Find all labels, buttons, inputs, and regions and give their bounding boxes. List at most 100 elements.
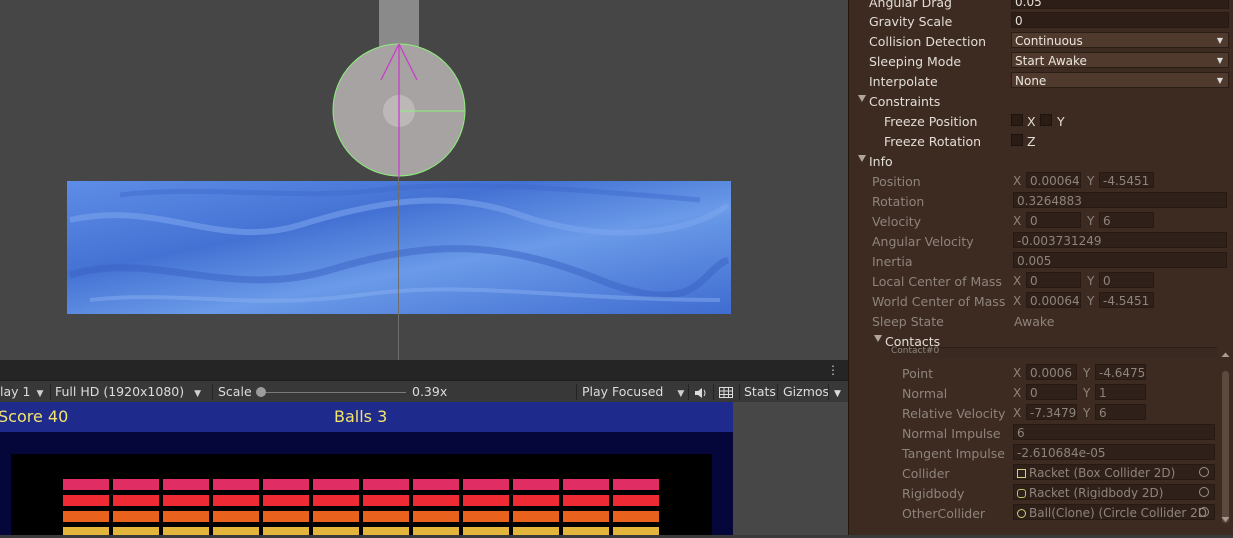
collision-detection-value: Continuous [1015, 34, 1083, 48]
brick [63, 479, 109, 490]
scene-canvas[interactable] [0, 0, 848, 360]
racket-body [379, 0, 419, 48]
freeze-position-x-checkbox[interactable] [1011, 114, 1023, 126]
brick [213, 511, 259, 522]
brick [563, 527, 609, 535]
angular-drag-field[interactable]: 0.05 [1011, 0, 1229, 9]
freeze-position-row: Freeze Position X Y [849, 111, 1233, 131]
brick [613, 511, 659, 522]
brick [413, 495, 459, 506]
normal-label: Normal [902, 386, 948, 401]
normal-impulse-field: 6 [1013, 424, 1215, 440]
brick [363, 511, 409, 522]
sleep-state-row: Sleep State Awake [849, 311, 1233, 331]
game-toolbar: lay 1 ▼ Full HD (1920x1080) ▼ Scale 0.39x … [0, 380, 848, 403]
axis-x-label: X [1013, 174, 1022, 188]
foldout-arrow-icon[interactable] [858, 95, 866, 102]
circle-collider-icon [1017, 509, 1026, 518]
gizmos-button[interactable]: Gizmos [783, 381, 829, 403]
point-label: Point [902, 366, 934, 381]
axis-x-label: X [1013, 214, 1022, 228]
stats-grid-button[interactable] [719, 381, 735, 403]
freeze-position-y-checkbox[interactable] [1040, 114, 1052, 126]
brick [513, 511, 559, 522]
local-com-label: Local Center of Mass [872, 274, 1002, 289]
tangent-impulse-field: -2.610684e-05 [1013, 444, 1215, 460]
freeze-rotation-z-checkbox[interactable] [1011, 134, 1023, 146]
rotation-row: Rotation 0.3264883 [849, 191, 1233, 211]
scrollbar-thumb [1222, 371, 1229, 523]
foldout-arrow-icon[interactable] [858, 155, 866, 162]
constraints-label: Constraints [869, 94, 941, 109]
angular-velocity-field: -0.003731249 [1013, 232, 1227, 248]
brick [63, 511, 109, 522]
axis-x-label: X [1013, 274, 1022, 288]
relative-velocity-y-field: 6 [1095, 404, 1146, 420]
brick [313, 511, 359, 522]
object-picker-icon[interactable] [1199, 507, 1209, 517]
brick [563, 479, 609, 490]
box-collider-icon [1017, 469, 1026, 478]
velocity-label: Velocity [872, 214, 922, 229]
audio-mute-button[interactable] [694, 381, 708, 403]
freeze-rotation-z-label: Z [1027, 134, 1036, 149]
object-picker-icon[interactable] [1199, 487, 1209, 497]
brick [313, 527, 359, 535]
normal-row: Normal X 0 Y 1 [849, 383, 1233, 403]
velocity-y-field: 6 [1099, 212, 1154, 228]
display-dropdown[interactable]: lay 1 ▼ [0, 381, 52, 403]
stats-button[interactable]: Stats [744, 381, 776, 403]
chevron-down-icon: ▼ [834, 389, 841, 399]
local-com-x-field: 0 [1026, 272, 1081, 288]
inspector-scrollbar[interactable] [1218, 352, 1233, 535]
brick [613, 527, 659, 535]
other-collider-value: Ball(Clone) (Circle Collider 2D [1029, 506, 1208, 520]
balls-text: Balls 3 [334, 407, 388, 426]
local-com-row: Local Center of Mass X 0 Y 0 [849, 271, 1233, 291]
brick [613, 495, 659, 506]
brick [113, 495, 159, 506]
sleeping-mode-dropdown[interactable]: Start Awake ▼ [1011, 52, 1229, 68]
angular-velocity-label: Angular Velocity [872, 234, 974, 249]
game-canvas[interactable]: Score 40 Balls 3 [0, 402, 733, 535]
world-com-x-field: 0.00064 [1026, 292, 1081, 308]
rotation-field: 0.3264883 [1013, 192, 1227, 208]
info-foldout[interactable]: Info [849, 151, 1233, 171]
other-collider-field[interactable]: Ball(Clone) (Circle Collider 2D [1013, 504, 1215, 520]
inertia-label: Inertia [872, 254, 913, 269]
rigidbody-field[interactable]: Racket (Rigidbody 2D) [1013, 484, 1215, 500]
gizmos-dropdown-arrow[interactable]: ▼ [834, 381, 841, 403]
brick [613, 479, 659, 490]
rigidbody-row: Rigidbody Racket (Rigidbody 2D) [849, 483, 1233, 503]
inspector-panel: Angular Drag 0.05 Gravity Scale 0 Collis… [848, 0, 1233, 535]
inertia-field: 0.005 [1013, 252, 1227, 268]
sleep-state-label: Sleep State [872, 314, 944, 329]
interpolate-dropdown[interactable]: None ▼ [1011, 72, 1229, 88]
scene-view[interactable] [0, 0, 848, 360]
play-mode-dropdown[interactable]: Play Focused ▼ [582, 381, 686, 403]
constraints-foldout[interactable]: Constraints [849, 91, 1233, 111]
sleeping-mode-row: Sleeping Mode Start Awake ▼ [849, 51, 1233, 71]
collision-detection-row: Collision Detection Continuous ▼ [849, 31, 1233, 51]
scale-slider-track[interactable] [262, 392, 406, 393]
angular-drag-label: Angular Drag [869, 0, 952, 10]
scale-slider-handle[interactable] [256, 387, 266, 397]
sleeping-mode-label: Sleeping Mode [869, 54, 962, 69]
gravity-scale-field[interactable]: 0 [1011, 12, 1229, 28]
resolution-dropdown[interactable]: Full HD (1920x1080) ▼ [55, 381, 209, 403]
object-picker-icon[interactable] [1199, 467, 1209, 477]
freeze-rotation-label: Freeze Rotation [884, 134, 982, 149]
more-options-icon[interactable]: ⋮ [827, 363, 839, 377]
game-view[interactable]: Score 40 Balls 3 [0, 402, 848, 535]
game-tab-bar: ⋮ [0, 360, 848, 380]
brick [213, 479, 259, 490]
axis-y-label: Y [1087, 214, 1095, 228]
axis-y-label: Y [1087, 294, 1095, 308]
axis-x-label: X [1013, 294, 1022, 308]
foldout-arrow-icon[interactable] [874, 335, 882, 342]
other-collider-label: OtherCollider [902, 506, 986, 521]
collision-detection-dropdown[interactable]: Continuous ▼ [1011, 32, 1229, 48]
brick [263, 511, 309, 522]
inertia-row: Inertia 0.005 [849, 251, 1233, 271]
collider-field[interactable]: Racket (Box Collider 2D) [1013, 464, 1215, 480]
